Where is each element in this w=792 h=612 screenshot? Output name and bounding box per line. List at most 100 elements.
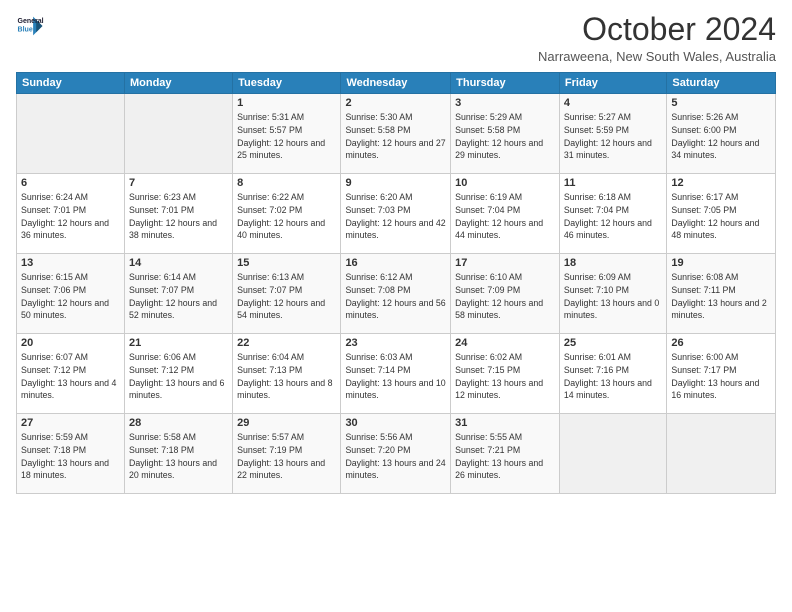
location: Narraweena, New South Wales, Australia — [538, 49, 776, 64]
day-number: 28 — [129, 417, 228, 429]
day-info: Sunrise: 6:18 AM Sunset: 7:04 PM Dayligh… — [564, 191, 662, 242]
day-number: 24 — [455, 337, 555, 349]
calendar-table: Sunday Monday Tuesday Wednesday Thursday… — [16, 72, 776, 494]
col-saturday: Saturday — [667, 73, 776, 94]
day-cell — [17, 94, 125, 174]
day-cell: 16 Sunrise: 6:12 AM Sunset: 7:08 PM Dayli… — [341, 254, 451, 334]
day-info: Sunrise: 6:13 AM Sunset: 7:07 PM Dayligh… — [237, 271, 336, 322]
col-wednesday: Wednesday — [341, 73, 451, 94]
week-row-2: 6Sunrise: 6:24 AM Sunset: 7:01 PM Daylig… — [17, 174, 776, 254]
day-info: Sunrise: 6:22 AM Sunset: 7:02 PM Dayligh… — [237, 191, 336, 242]
day-number: 4 — [564, 97, 662, 109]
day-info: Sunrise: 6:15 AM Sunset: 7:06 PM Dayligh… — [21, 271, 120, 322]
day-info: Sunrise: 6:01 AM Sunset: 7:16 PM Dayligh… — [564, 351, 662, 402]
day-cell: 30 Sunrise: 5:56 AM Sunset: 7:20 PM Dayli… — [341, 414, 451, 494]
day-cell: 28 Sunrise: 5:58 AM Sunset: 7:18 PM Dayli… — [124, 414, 232, 494]
day-cell: 9 Sunrise: 6:20 AM Sunset: 7:03 PM Daylig… — [341, 174, 451, 254]
day-cell: 27 Sunrise: 5:59 AM Sunset: 7:18 PM Dayli… — [17, 414, 125, 494]
day-info: Sunrise: 6:20 AM Sunset: 7:03 PM Dayligh… — [345, 191, 446, 242]
day-cell: 7 Sunrise: 6:23 AM Sunset: 7:01 PM Daylig… — [124, 174, 232, 254]
day-number: 9 — [345, 177, 446, 189]
day-number: 25 — [564, 337, 662, 349]
day-number: 21 — [129, 337, 228, 349]
day-info: Sunrise: 5:29 AM Sunset: 5:58 PM Dayligh… — [455, 111, 555, 162]
day-cell — [667, 414, 776, 494]
day-number: 20 — [21, 337, 120, 349]
day-info: Sunrise: 6:06 AM Sunset: 7:12 PM Dayligh… — [129, 351, 228, 402]
day-cell: 14Sunrise: 6:14 AM Sunset: 7:07 PM Dayli… — [124, 254, 232, 334]
day-cell: 4 Sunrise: 5:27 AM Sunset: 5:59 PM Daylig… — [559, 94, 666, 174]
day-info: Sunrise: 5:30 AM Sunset: 5:58 PM Dayligh… — [345, 111, 446, 162]
day-info: Sunrise: 6:10 AM Sunset: 7:09 PM Dayligh… — [455, 271, 555, 322]
day-cell — [124, 94, 232, 174]
week-row-4: 20 Sunrise: 6:07 AM Sunset: 7:12 PM Dayli… — [17, 334, 776, 414]
day-number: 31 — [455, 417, 555, 429]
day-cell: 11 Sunrise: 6:18 AM Sunset: 7:04 PM Dayli… — [559, 174, 666, 254]
day-info: Sunrise: 5:58 AM Sunset: 7:18 PM Dayligh… — [129, 431, 228, 482]
day-cell: 1 Sunrise: 5:31 AM Sunset: 5:57 PM Daylig… — [233, 94, 341, 174]
week-row-1: 1 Sunrise: 5:31 AM Sunset: 5:57 PM Daylig… — [17, 94, 776, 174]
day-cell: 25 Sunrise: 6:01 AM Sunset: 7:16 PM Dayli… — [559, 334, 666, 414]
day-cell: 10Sunrise: 6:19 AM Sunset: 7:04 PM Dayli… — [451, 174, 560, 254]
logo-icon: General Blue — [16, 12, 44, 40]
day-cell: 22Sunrise: 6:04 AM Sunset: 7:13 PM Dayli… — [233, 334, 341, 414]
day-cell: 18Sunrise: 6:09 AM Sunset: 7:10 PM Dayli… — [559, 254, 666, 334]
day-number: 29 — [237, 417, 336, 429]
day-info: Sunrise: 6:08 AM Sunset: 7:11 PM Dayligh… — [671, 271, 771, 322]
day-number: 17 — [455, 257, 555, 269]
day-cell: 5 Sunrise: 5:26 AM Sunset: 6:00 PM Daylig… — [667, 94, 776, 174]
col-thursday: Thursday — [451, 73, 560, 94]
day-number: 27 — [21, 417, 120, 429]
day-cell: 13 Sunrise: 6:15 AM Sunset: 7:06 PM Dayli… — [17, 254, 125, 334]
calendar-header: Sunday Monday Tuesday Wednesday Thursday… — [17, 73, 776, 94]
svg-text:General: General — [18, 18, 44, 25]
day-cell: 26Sunrise: 6:00 AM Sunset: 7:17 PM Dayli… — [667, 334, 776, 414]
day-number: 2 — [345, 97, 446, 109]
day-number: 1 — [237, 97, 336, 109]
day-info: Sunrise: 6:12 AM Sunset: 7:08 PM Dayligh… — [345, 271, 446, 322]
day-number: 3 — [455, 97, 555, 109]
calendar-page: General Blue October 2024 Narraweena, Ne… — [0, 0, 792, 612]
day-info: Sunrise: 5:26 AM Sunset: 6:00 PM Dayligh… — [671, 111, 771, 162]
day-info: Sunrise: 5:59 AM Sunset: 7:18 PM Dayligh… — [21, 431, 120, 482]
day-info: Sunrise: 6:09 AM Sunset: 7:10 PM Dayligh… — [564, 271, 662, 322]
month-title: October 2024 — [538, 12, 776, 47]
day-cell: 21 Sunrise: 6:06 AM Sunset: 7:12 PM Dayli… — [124, 334, 232, 414]
day-info: Sunrise: 5:56 AM Sunset: 7:20 PM Dayligh… — [345, 431, 446, 482]
day-cell: 3 Sunrise: 5:29 AM Sunset: 5:58 PM Daylig… — [451, 94, 560, 174]
day-cell: 6Sunrise: 6:24 AM Sunset: 7:01 PM Daylig… — [17, 174, 125, 254]
day-info: Sunrise: 5:27 AM Sunset: 5:59 PM Dayligh… — [564, 111, 662, 162]
day-info: Sunrise: 6:00 AM Sunset: 7:17 PM Dayligh… — [671, 351, 771, 402]
day-number: 5 — [671, 97, 771, 109]
day-number: 13 — [21, 257, 120, 269]
day-info: Sunrise: 6:19 AM Sunset: 7:04 PM Dayligh… — [455, 191, 555, 242]
day-number: 11 — [564, 177, 662, 189]
day-number: 19 — [671, 257, 771, 269]
day-number: 7 — [129, 177, 228, 189]
col-monday: Monday — [124, 73, 232, 94]
day-number: 8 — [237, 177, 336, 189]
col-sunday: Sunday — [17, 73, 125, 94]
day-info: Sunrise: 5:55 AM Sunset: 7:21 PM Dayligh… — [455, 431, 555, 482]
day-cell: 19 Sunrise: 6:08 AM Sunset: 7:11 PM Dayli… — [667, 254, 776, 334]
header-row: Sunday Monday Tuesday Wednesday Thursday… — [17, 73, 776, 94]
day-info: Sunrise: 5:31 AM Sunset: 5:57 PM Dayligh… — [237, 111, 336, 162]
week-row-5: 27 Sunrise: 5:59 AM Sunset: 7:18 PM Dayli… — [17, 414, 776, 494]
day-number: 30 — [345, 417, 446, 429]
day-number: 16 — [345, 257, 446, 269]
day-cell: 24 Sunrise: 6:02 AM Sunset: 7:15 PM Dayli… — [451, 334, 560, 414]
day-info: Sunrise: 6:23 AM Sunset: 7:01 PM Dayligh… — [129, 191, 228, 242]
day-cell: 12Sunrise: 6:17 AM Sunset: 7:05 PM Dayli… — [667, 174, 776, 254]
calendar-body: 1 Sunrise: 5:31 AM Sunset: 5:57 PM Daylig… — [17, 94, 776, 494]
week-row-3: 13 Sunrise: 6:15 AM Sunset: 7:06 PM Dayli… — [17, 254, 776, 334]
day-cell: 15Sunrise: 6:13 AM Sunset: 7:07 PM Dayli… — [233, 254, 341, 334]
header: General Blue October 2024 Narraweena, Ne… — [16, 12, 776, 64]
col-tuesday: Tuesday — [233, 73, 341, 94]
day-cell: 20 Sunrise: 6:07 AM Sunset: 7:12 PM Dayli… — [17, 334, 125, 414]
day-cell: 29Sunrise: 5:57 AM Sunset: 7:19 PM Dayli… — [233, 414, 341, 494]
day-cell: 17 Sunrise: 6:10 AM Sunset: 7:09 PM Dayli… — [451, 254, 560, 334]
day-info: Sunrise: 6:07 AM Sunset: 7:12 PM Dayligh… — [21, 351, 120, 402]
day-cell: 8 Sunrise: 6:22 AM Sunset: 7:02 PM Daylig… — [233, 174, 341, 254]
day-info: Sunrise: 6:14 AM Sunset: 7:07 PM Dayligh… — [129, 271, 228, 322]
day-info: Sunrise: 6:02 AM Sunset: 7:15 PM Dayligh… — [455, 351, 555, 402]
